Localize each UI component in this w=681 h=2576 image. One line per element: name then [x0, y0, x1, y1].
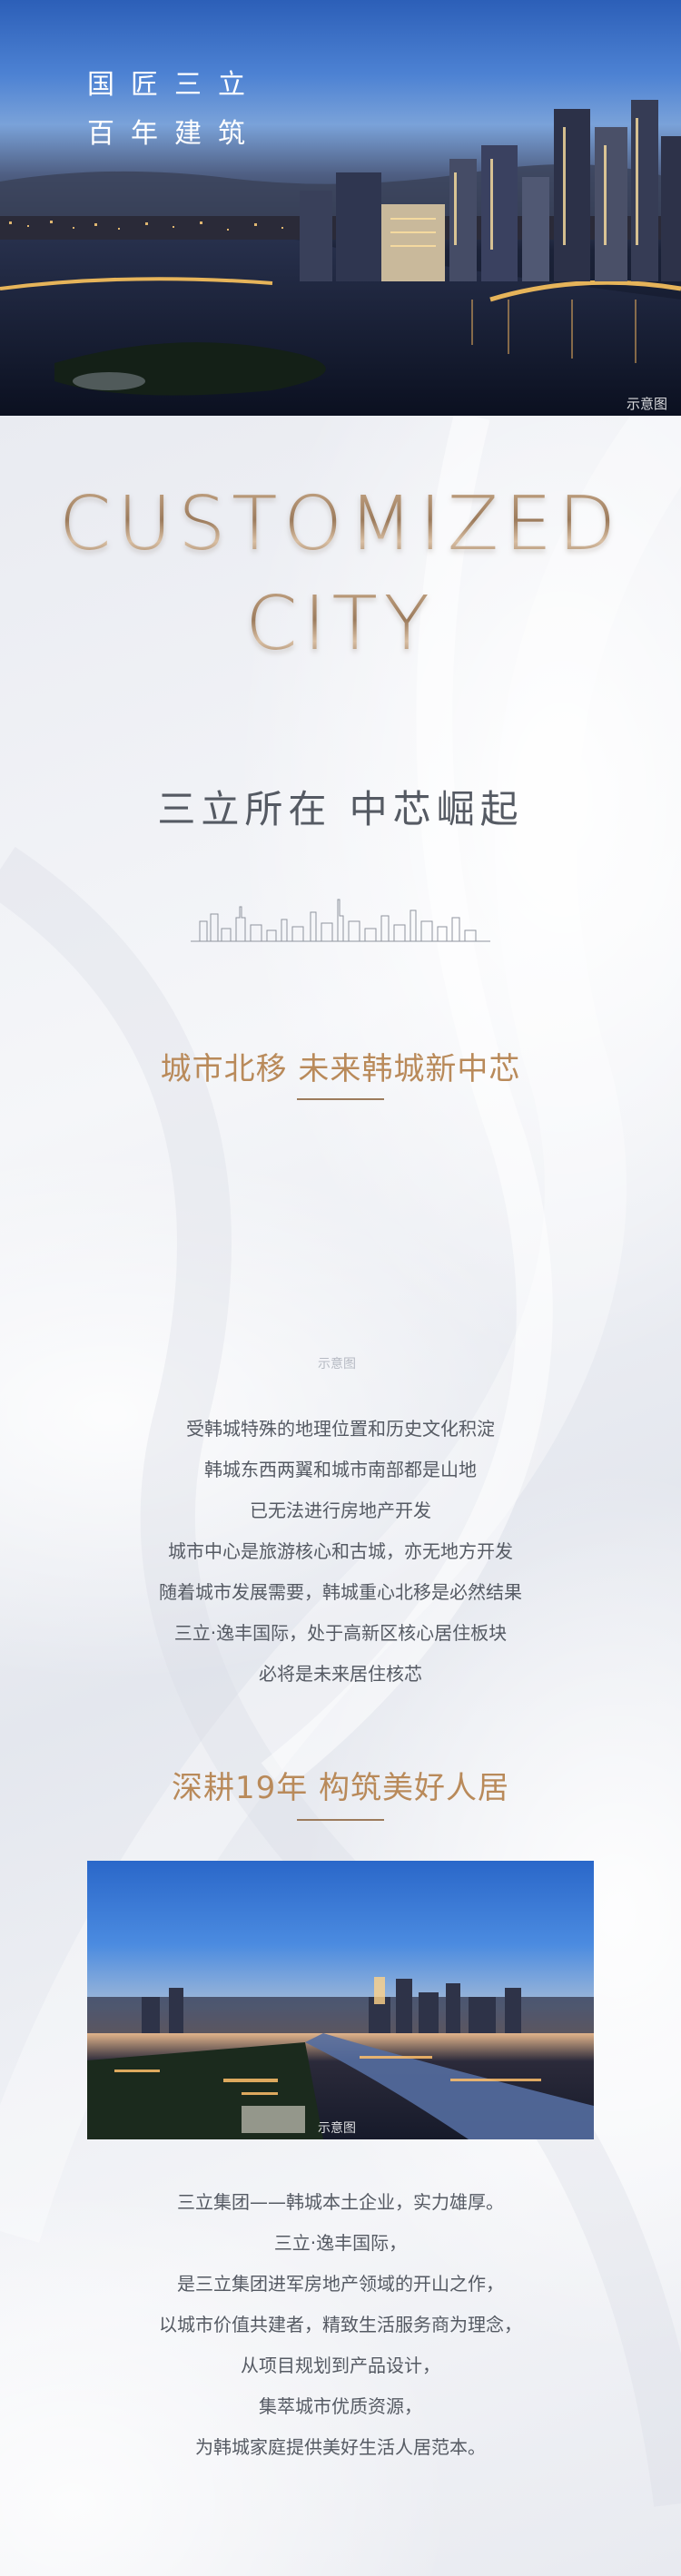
riverside-dusk-photo: 示意图: [87, 1861, 594, 2139]
section1-paragraph-6: 三立·逸丰国际，处于高新区核心居住板块: [173, 1622, 508, 1644]
hero-banner: 国匠三立 百年建筑 示意图: [0, 0, 681, 416]
section2-body: 三立集团——韩城本土企业，实力雄厚。 三立·逸丰国际， 是三立集团进军房地产领域…: [0, 2182, 681, 2468]
section1-body: 受韩城特殊的地理位置和历史文化积淀 韩城东西两翼和城市南部都是山地 已无法进行房…: [0, 1409, 681, 1695]
section1-paragraph-5: 随着城市发展需要，韩城重心北移是必然结果: [159, 1581, 522, 1603]
section2-caption: 示意图: [318, 2121, 356, 2136]
section2-paragraph-1: 三立集团——韩城本土企业，实力雄厚。: [177, 2191, 504, 2213]
section2-paragraph-7: 为韩城家庭提供美好生活人居范本。: [195, 2436, 486, 2458]
section2-divider: [297, 1819, 384, 1821]
headline-line2: CITY: [0, 581, 681, 667]
subtitle: 三立所在 中芯崛起: [157, 787, 524, 831]
section2-paragraph-4: 以城市价值共建者，精致生活服务商为理念，: [159, 2314, 522, 2335]
hero-title-line2: 百年建筑: [87, 118, 262, 150]
section2-paragraph-2: 三立·逸丰国际，: [273, 2232, 408, 2254]
section2-paragraph-6: 集萃城市优质资源，: [259, 2395, 422, 2417]
section1-paragraph-4: 城市中心是旅游核心和古城，亦无地方开发: [168, 1540, 513, 1562]
section2-paragraph-3: 是三立集团进军房地产领域的开山之作，: [177, 2273, 504, 2295]
headline-line1: CUSTOMIZED: [0, 481, 681, 567]
section2-title: 深耕19年 构筑美好人居: [171, 1770, 510, 1806]
section2-paragraph-5: 从项目规划到产品设计，: [241, 2355, 440, 2376]
section1-caption: 示意图: [318, 1357, 356, 1372]
riverside-dusk-illustration: [87, 1977, 594, 2139]
section1-paragraph-1: 受韩城特殊的地理位置和历史文化积淀: [186, 1418, 495, 1440]
section1-title: 城市北移 未来韩城新中芯: [160, 1051, 521, 1087]
hero-title-line1: 国匠三立: [87, 69, 262, 101]
section1-paragraph-3: 已无法进行房地产开发: [250, 1499, 431, 1521]
skyline-line-art: [191, 899, 490, 942]
section1-paragraph-2: 韩城东西两翼和城市南部都是山地: [204, 1459, 477, 1480]
section1-paragraph-7: 必将是未来居住核芯: [259, 1663, 422, 1685]
hero-caption: 示意图: [627, 396, 668, 412]
section1-divider: [297, 1098, 384, 1100]
